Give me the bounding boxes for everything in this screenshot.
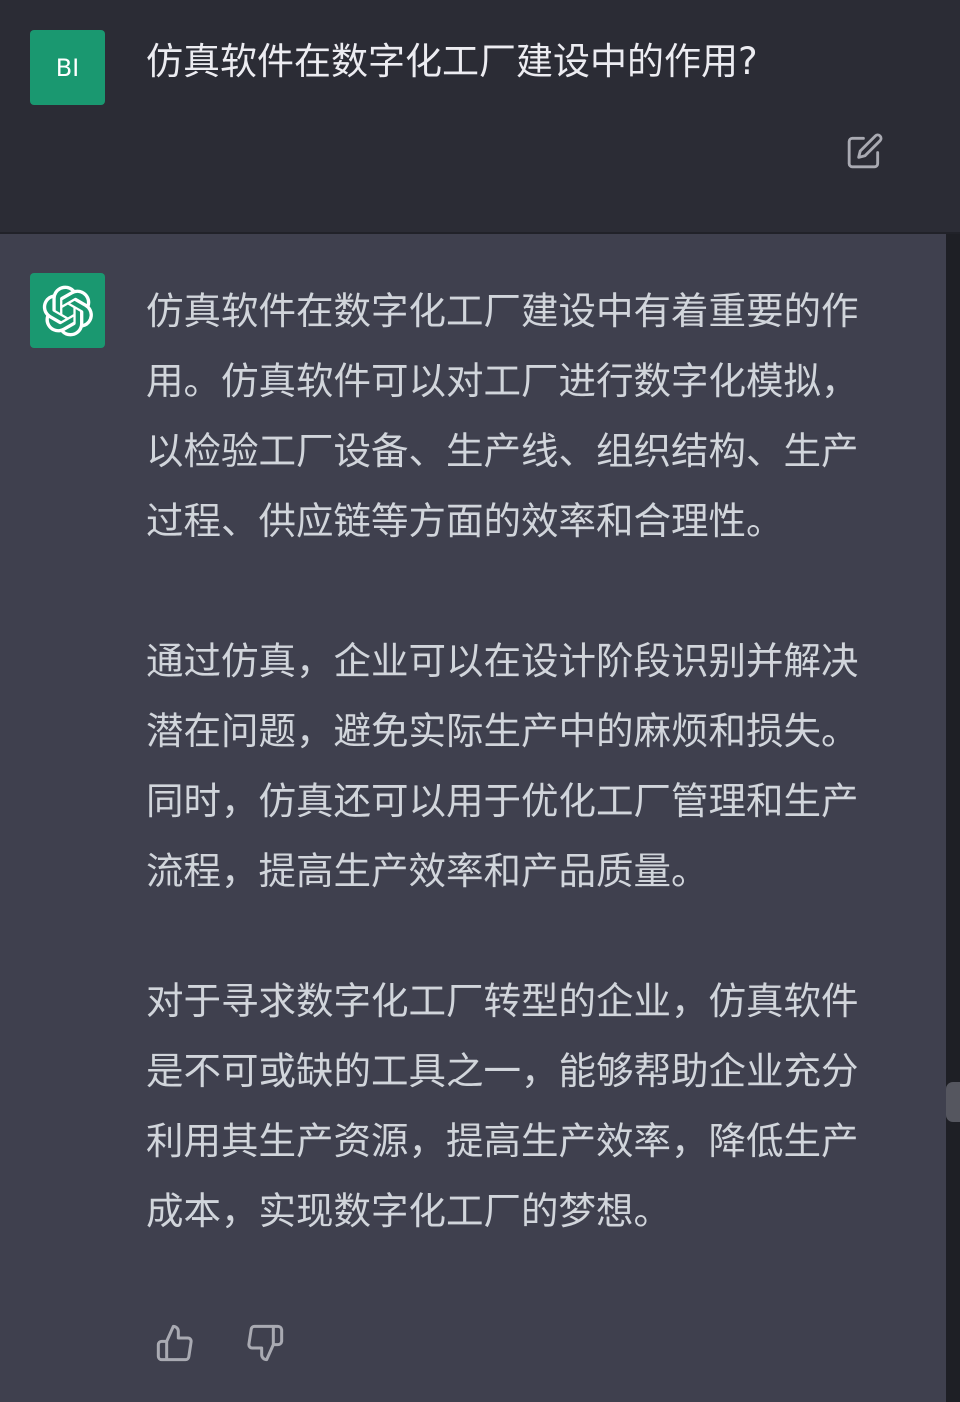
thumbs-up-icon bbox=[156, 1324, 193, 1362]
user-avatar-initials: BI bbox=[55, 53, 80, 82]
scrollbar-thumb[interactable] bbox=[946, 1082, 960, 1122]
edit-icon bbox=[847, 133, 883, 169]
answer-paragraph: 通过仿真，企业可以在设计阶段识别并解决潜在问题，避免实际生产中的麻烦和损失。同时… bbox=[146, 639, 859, 893]
user-question-text: 仿真软件在数字化工厂建设中的作用? bbox=[146, 40, 758, 83]
assistant-answer: 仿真软件在数字化工厂建设中有着重要的作用。仿真软件可以对工厂进行数字化模拟，以检… bbox=[146, 276, 870, 1246]
answer-paragraph: 仿真软件在数字化工厂建设中有着重要的作用。仿真软件可以对工厂进行数字化模拟，以检… bbox=[146, 289, 859, 543]
thumbs-down-button[interactable] bbox=[242, 1318, 288, 1368]
edit-message-button[interactable] bbox=[842, 128, 888, 174]
answer-paragraph: 对于寻求数字化工厂转型的企业，仿真软件是不可或缺的工具之一，能够帮助企业充分利用… bbox=[146, 979, 859, 1233]
user-avatar: BI bbox=[30, 30, 105, 105]
scrollbar-track[interactable] bbox=[946, 234, 960, 1402]
thumbs-down-icon bbox=[247, 1324, 284, 1362]
assistant-avatar bbox=[30, 273, 105, 348]
user-message: BI 仿真软件在数字化工厂建设中的作用? bbox=[0, 0, 960, 232]
thumbs-up-button[interactable] bbox=[152, 1318, 198, 1368]
openai-logo-icon bbox=[42, 285, 93, 336]
